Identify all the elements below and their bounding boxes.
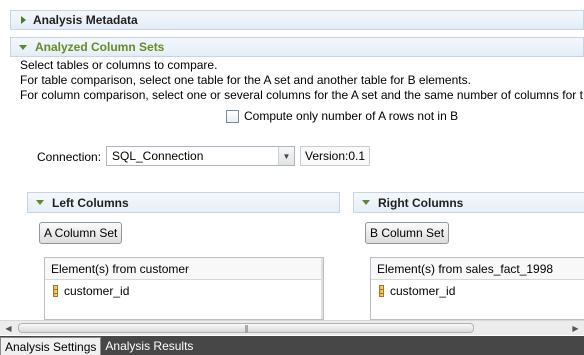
collapse-arrow-icon[interactable]	[362, 200, 370, 205]
a-column-set-button[interactable]: A Column Set	[39, 222, 123, 244]
left-columns-header[interactable]: Left Columns	[27, 192, 340, 213]
analysis-metadata-title: Analysis Metadata	[33, 13, 138, 27]
column-icon	[53, 285, 58, 297]
left-list-header: Element(s) from customer	[45, 258, 323, 280]
right-columns-header[interactable]: Right Columns	[353, 192, 584, 213]
tab-analysis-results[interactable]: Analysis Results	[101, 337, 197, 355]
compute-only-checkbox[interactable]	[226, 109, 239, 123]
right-list-header: Element(s) from sales_fact_1998	[371, 258, 584, 280]
vertical-scrollbar[interactable]	[321, 258, 323, 319]
right-columns-title: Right Columns	[378, 195, 464, 210]
scroll-left-icon[interactable]: ◀	[1, 321, 16, 335]
scrollbar-thumb[interactable]: |||	[18, 323, 474, 333]
analyzed-column-sets-title: Analyzed Column Sets	[35, 40, 165, 54]
editor-tab-bar: Analysis Settings Analysis Results	[0, 336, 584, 355]
chevron-down-icon[interactable]: ▼	[278, 147, 294, 165]
collapse-arrow-icon[interactable]	[36, 200, 44, 205]
description-line-1: Select tables or columns to compare.	[20, 58, 218, 72]
scroll-right-icon[interactable]: ▶	[568, 321, 583, 335]
collapse-arrow-icon[interactable]	[19, 44, 27, 50]
compute-only-label: Compute only number of A rows not in B	[244, 109, 459, 123]
connection-label: Connection:	[37, 150, 102, 164]
grip-icon: |||	[244, 323, 248, 333]
description-line-3: For column comparison, select one or sev…	[20, 88, 583, 102]
version-label: Version:0.1	[300, 146, 371, 166]
left-item-label: customer_id	[64, 284, 130, 298]
right-item-label: customer_id	[390, 284, 456, 298]
compute-only-option[interactable]: Compute only number of A rows not in B	[226, 109, 458, 123]
column-icon	[379, 285, 384, 297]
b-column-set-button[interactable]: B Column Set	[365, 222, 450, 244]
left-columns-list[interactable]: Element(s) from customer customer_id	[44, 257, 324, 320]
description-line-2: For table comparison, select one table f…	[20, 73, 471, 87]
tab-analysis-settings[interactable]: Analysis Settings	[0, 337, 102, 355]
horizontal-scrollbar[interactable]: ◀ ||| ▶	[0, 320, 584, 335]
connection-value: SQL_Connection	[112, 149, 204, 163]
left-columns-title: Left Columns	[52, 195, 129, 210]
list-item[interactable]: customer_id	[371, 280, 584, 302]
list-item[interactable]: customer_id	[45, 280, 323, 302]
expand-arrow-icon[interactable]	[21, 16, 26, 24]
analysis-metadata-section-header[interactable]: Analysis Metadata	[10, 10, 584, 30]
analyzed-column-sets-section-header[interactable]: Analyzed Column Sets	[10, 37, 584, 57]
connection-select[interactable]: SQL_Connection ▼	[106, 146, 295, 166]
right-columns-list[interactable]: Element(s) from sales_fact_1998 customer…	[370, 257, 584, 320]
